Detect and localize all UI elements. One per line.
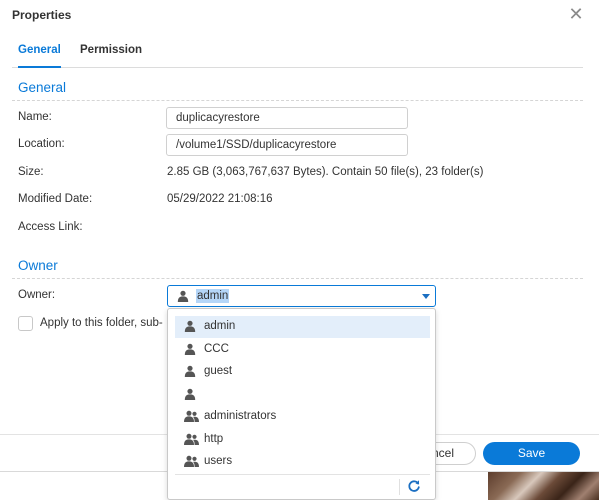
dropdown-footer bbox=[175, 474, 430, 498]
title-bar: Properties ✕ bbox=[0, 0, 599, 30]
group-icon bbox=[184, 455, 199, 467]
divider bbox=[399, 479, 400, 495]
user-icon bbox=[184, 388, 196, 400]
dropdown-item-label: administrators bbox=[204, 410, 277, 422]
modified-date-value: 05/29/2022 21:08:16 bbox=[167, 193, 273, 205]
group-icon bbox=[184, 433, 199, 445]
refresh-icon[interactable] bbox=[407, 479, 423, 495]
background-photo bbox=[488, 470, 599, 500]
dropdown-item-http[interactable]: http bbox=[175, 429, 430, 451]
section-title-general: General bbox=[18, 80, 67, 95]
dropdown-item-ccc[interactable]: CCC bbox=[175, 339, 430, 361]
dropdown-item-label: admin bbox=[204, 320, 236, 332]
tab-general[interactable]: General bbox=[18, 44, 61, 68]
name-field-value: duplicacyrestore bbox=[176, 112, 260, 124]
user-icon bbox=[177, 290, 189, 302]
owner-dropdown-list: admin CCC guest administrators http user… bbox=[167, 308, 436, 500]
name-label: Name: bbox=[18, 111, 52, 123]
apply-checkbox-label: Apply to this folder, sub- bbox=[40, 317, 163, 329]
tab-bar: General Permission bbox=[12, 44, 583, 68]
owner-label: Owner: bbox=[18, 289, 56, 301]
user-icon bbox=[184, 343, 196, 355]
tab-permission[interactable]: Permission bbox=[80, 44, 142, 68]
modified-date-label: Modified Date: bbox=[18, 193, 93, 205]
location-label: Location: bbox=[18, 138, 65, 150]
group-icon bbox=[184, 410, 199, 422]
section-title-owner: Owner bbox=[18, 258, 58, 273]
apply-checkbox[interactable] bbox=[18, 316, 33, 331]
owner-select[interactable]: admin bbox=[167, 285, 436, 307]
user-icon bbox=[184, 320, 196, 332]
dropdown-item-users[interactable]: users bbox=[175, 451, 430, 473]
user-icon bbox=[184, 365, 196, 377]
size-label: Size: bbox=[18, 166, 44, 178]
dropdown-item-label: http bbox=[204, 433, 224, 445]
close-icon[interactable]: ✕ bbox=[566, 4, 586, 24]
dropdown-item-administrators[interactable]: administrators bbox=[175, 406, 430, 428]
dropdown-item-label: guest bbox=[204, 365, 233, 377]
save-button[interactable]: Save bbox=[483, 442, 580, 465]
dropdown-item-label: CCC bbox=[204, 343, 229, 355]
name-field[interactable]: duplicacyrestore bbox=[166, 107, 408, 129]
dropdown-item-label: users bbox=[204, 455, 233, 467]
dropdown-item-guest[interactable]: guest bbox=[175, 361, 430, 383]
location-field[interactable]: /volume1/SSD/duplicacyrestore bbox=[166, 134, 408, 156]
size-value: 2.85 GB (3,063,767,637 Bytes). Contain 5… bbox=[167, 166, 484, 178]
dialog-title: Properties bbox=[12, 8, 72, 22]
access-link-label: Access Link: bbox=[18, 221, 83, 233]
section-divider bbox=[12, 100, 583, 101]
section-divider bbox=[12, 278, 583, 279]
dropdown-item-admin[interactable]: admin bbox=[175, 316, 430, 338]
dropdown-item-unnamed[interactable] bbox=[175, 384, 430, 406]
location-field-value: /volume1/SSD/duplicacyrestore bbox=[176, 139, 337, 151]
chevron-down-icon[interactable] bbox=[422, 294, 430, 299]
owner-select-value: admin bbox=[196, 289, 230, 303]
